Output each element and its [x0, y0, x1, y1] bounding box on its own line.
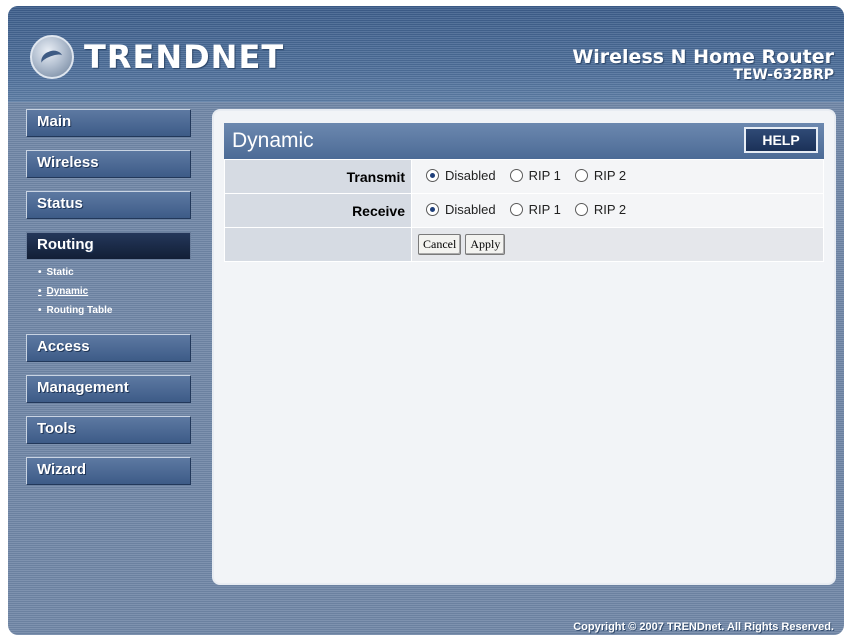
table-row-transmit: Transmit Disabled RIP 1 RIP 2: [224, 159, 824, 194]
logo-swoosh-icon: [30, 35, 74, 79]
page-title: Dynamic: [232, 129, 314, 152]
routing-subnav: • Static • Dynamic • Routing Table: [26, 267, 193, 324]
option-label: RIP 1: [528, 168, 561, 183]
transmit-label: Transmit: [224, 159, 412, 194]
header-banner: TRENDNET Wireless N Home Router TEW-632B…: [8, 6, 844, 102]
receive-rip2-radio[interactable]: [574, 203, 588, 216]
subnav-label: Dynamic: [46, 286, 89, 297]
receive-radio-group: Disabled RIP 1 RIP 2: [418, 202, 632, 217]
product-name: Wireless N Home Router: [572, 46, 834, 68]
dynamic-routing-form: Transmit Disabled RIP 1 RIP 2 Receive Di…: [224, 159, 824, 262]
bullet-icon: •: [38, 267, 42, 278]
receive-options: Disabled RIP 1 RIP 2: [411, 193, 824, 228]
sidebar-item-routing[interactable]: Routing: [26, 232, 191, 260]
sidebar-item-wizard[interactable]: Wizard: [26, 457, 191, 485]
transmit-disabled-radio[interactable]: [426, 169, 439, 182]
sidebar-item-status[interactable]: Status: [26, 191, 191, 219]
cancel-button[interactable]: Cancel: [418, 234, 462, 255]
help-button[interactable]: HELP: [744, 127, 818, 153]
option-label: RIP 2: [593, 202, 627, 217]
sidebar-item-wireless[interactable]: Wireless: [26, 150, 191, 178]
option-label: Disabled: [445, 168, 496, 183]
subnav-label: Routing Table: [46, 305, 113, 316]
option-label: RIP 2: [593, 168, 627, 183]
transmit-rip2-radio[interactable]: [574, 169, 588, 182]
transmit-rip1-radio[interactable]: [509, 169, 523, 182]
router-frame: TRENDNET Wireless N Home Router TEW-632B…: [8, 6, 844, 635]
option-label: RIP 1: [528, 202, 561, 217]
sidebar-item-management[interactable]: Management: [26, 375, 191, 403]
transmit-radio-group: Disabled RIP 1 RIP 2: [418, 168, 632, 183]
subnav-item-dynamic[interactable]: • Dynamic: [26, 286, 193, 305]
apply-button[interactable]: Apply: [465, 234, 506, 255]
product-model: TEW-632BRP: [733, 67, 834, 83]
page-titlebar: Dynamic HELP: [224, 123, 824, 159]
sidebar-item-tools[interactable]: Tools: [26, 416, 191, 444]
subnav-item-routing-table[interactable]: • Routing Table: [26, 305, 193, 324]
receive-rip1-radio[interactable]: [509, 203, 523, 216]
subnav-label: Static: [46, 267, 74, 278]
sidebar-item-access[interactable]: Access: [26, 334, 191, 362]
actions-spacer: [224, 227, 412, 262]
trendnet-logo: TRENDNET: [30, 32, 284, 82]
product-info: Wireless N Home Router TEW-632BRP: [572, 46, 834, 83]
receive-label: Receive: [224, 193, 412, 228]
sidebar-item-main[interactable]: Main: [26, 109, 191, 137]
table-row-actions: Cancel Apply: [224, 227, 824, 262]
receive-disabled-radio[interactable]: [426, 203, 439, 216]
footer: Copyright © 2007 TRENDnet. All Rights Re…: [8, 618, 844, 635]
action-buttons: Cancel Apply: [411, 227, 824, 262]
transmit-options: Disabled RIP 1 RIP 2: [411, 159, 824, 194]
logo-text: TRENDNET: [84, 38, 285, 76]
sidebar-nav: Main Wireless Status Routing • Static • Dy…: [26, 109, 193, 498]
content-panel: Dynamic HELP Transmit Disabled RIP 1 RIP…: [212, 109, 836, 585]
bullet-icon: •: [38, 286, 42, 297]
subnav-item-static[interactable]: • Static: [26, 267, 193, 286]
bullet-icon: •: [38, 305, 42, 316]
option-label: Disabled: [445, 202, 496, 217]
table-row-receive: Receive Disabled RIP 1 RIP 2: [224, 193, 824, 228]
copyright-text: Copyright © 2007 TRENDnet. All Rights Re…: [573, 621, 834, 633]
